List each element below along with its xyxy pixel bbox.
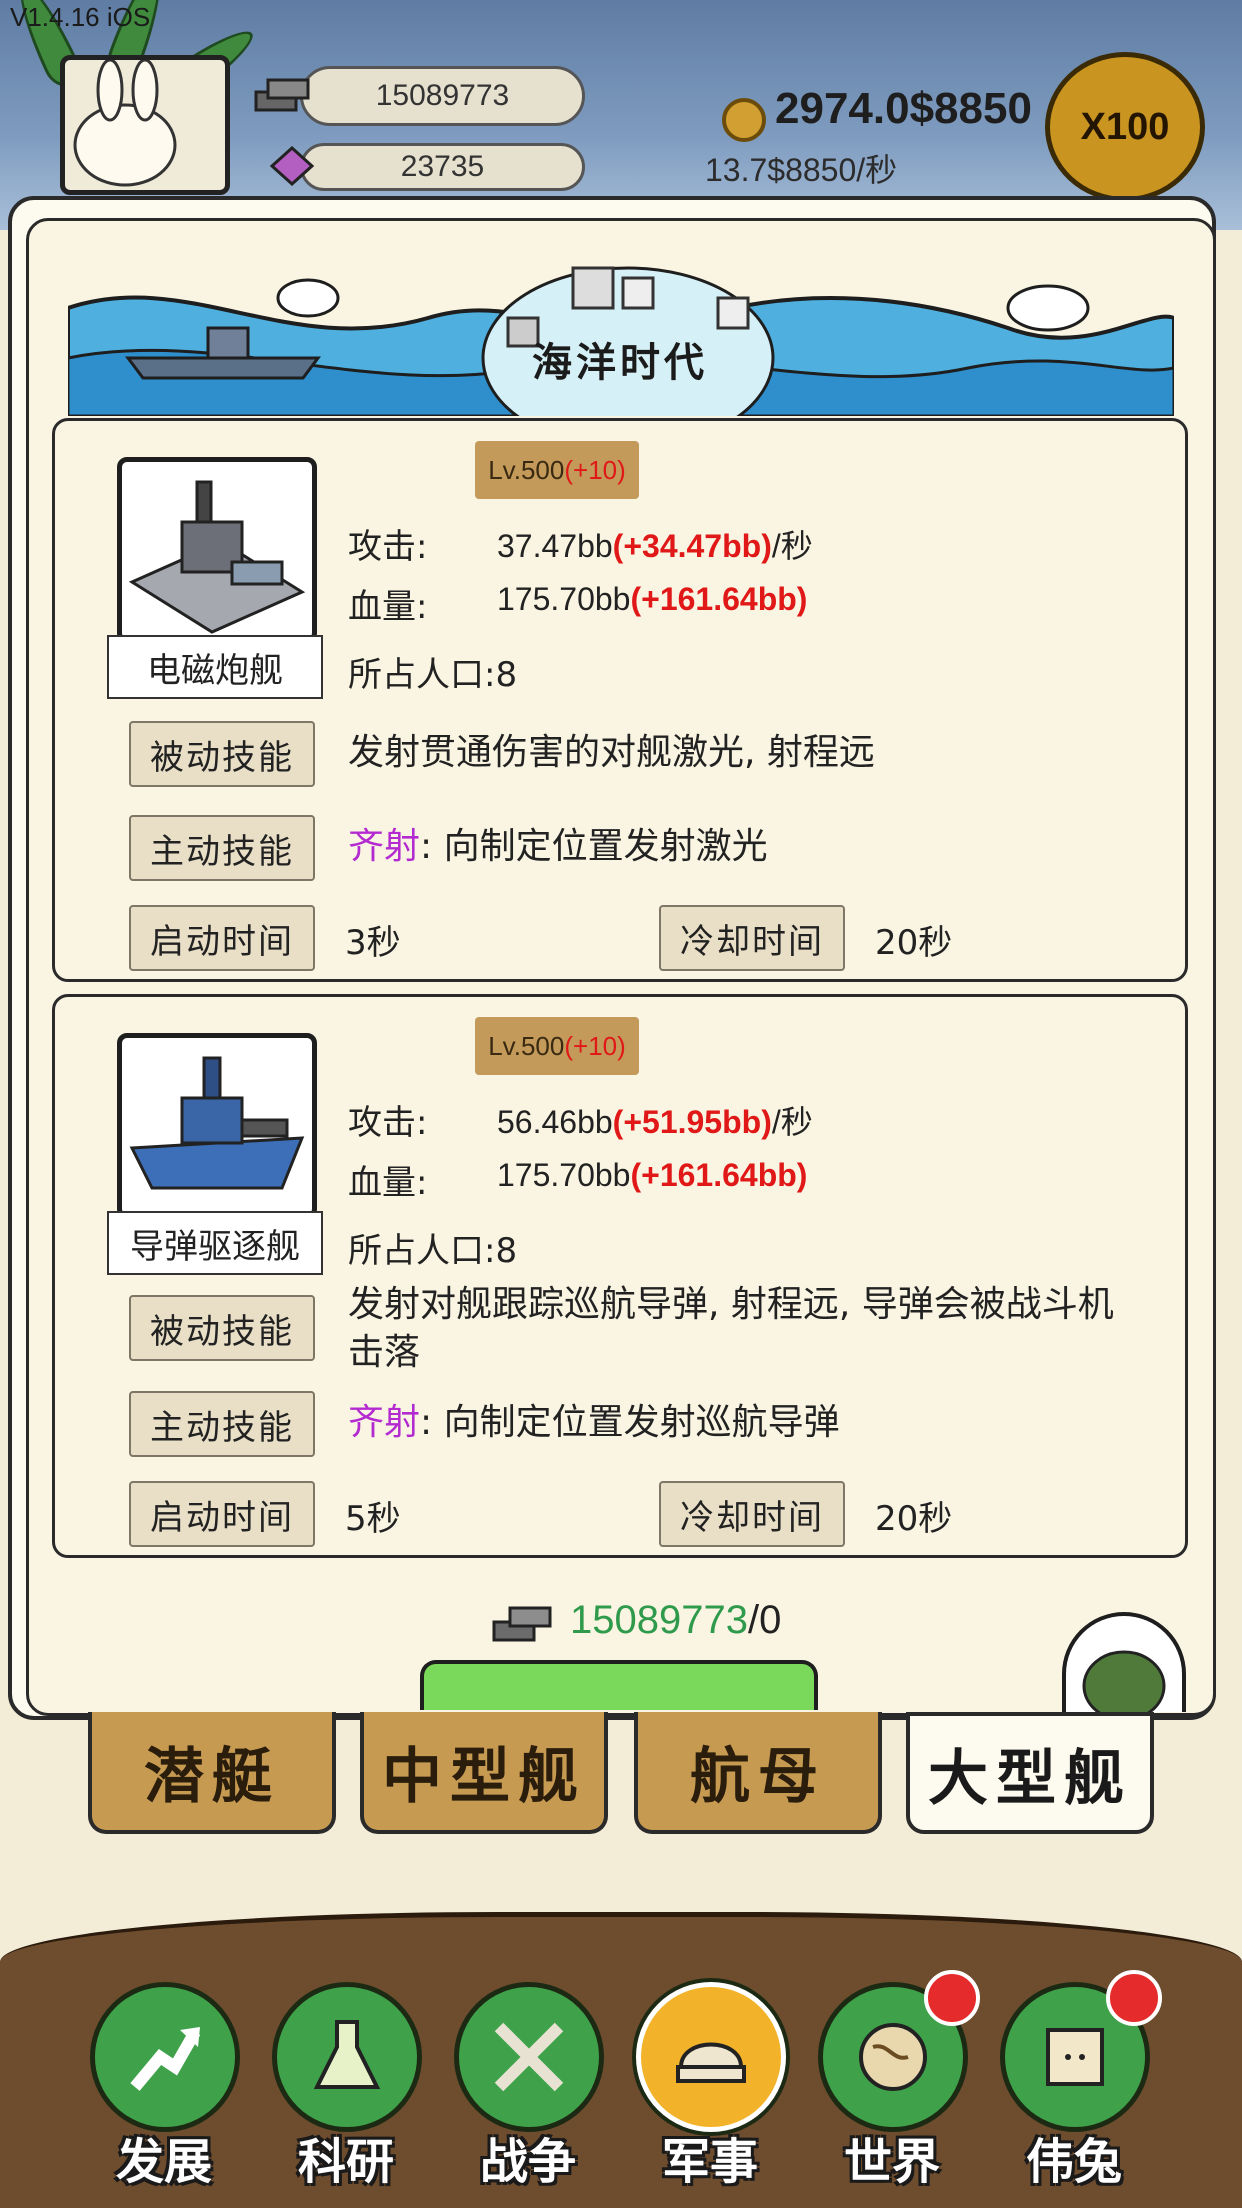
unit-portrait [117,1033,317,1219]
nav-research[interactable]: 科研 [266,1982,426,2192]
coin-rate: 13.7$8850/秒 [705,152,898,188]
nav-war[interactable]: 战争 [448,1982,608,2192]
nav-label: 发展 [115,2134,212,2190]
cost-owned: 15089773 [570,1598,748,1642]
unit-name: 导弹驱逐舰 [107,1211,323,1275]
level-badge: Lv.500 (+10) [475,1017,639,1075]
category-tab-carrier[interactable]: 航母 [634,1712,882,1834]
flask-icon [272,1982,422,2132]
attack-bonus: (+34.47bb) [612,528,772,564]
nav-label: 伟兔 [1025,2134,1122,2190]
railgun-ship-icon [128,480,306,634]
hp-value: 175.70bb [497,581,631,617]
attack-value: 37.47bb [497,528,613,564]
level-value: Lv.500 [488,454,565,485]
attack-label: 攻击: [348,1103,428,1143]
attack-unit: /秒 [771,528,813,564]
crossed-swords-icon [454,1982,604,2132]
active-skill-tag[interactable]: 主动技能 [129,1391,315,1457]
category-tab-submarine[interactable]: 潜艇 [88,1712,336,1834]
attack-value: 56.46bb [497,1104,613,1140]
active-skill-text: 齐射: 向制定位置发射巡航导弹 [348,1399,1148,1447]
attack-label: 攻击: [348,527,428,567]
unit-portrait [117,457,317,643]
unit-card: 导弹驱逐舰 Lv.500 (+10) 攻击: 56.46bb(+51.95bb)/… [52,994,1188,1558]
hp-bonus: (+161.64bb) [630,1157,808,1193]
passive-skill-tag[interactable]: 被动技能 [129,721,315,787]
category-tab-medium-ship[interactable]: 中型舰 [360,1712,608,1834]
steel-ingot-icon [492,1606,552,1642]
military-hat-icon [636,1982,786,2132]
passive-skill-tag[interactable]: 被动技能 [129,1295,315,1361]
startup-time-tag[interactable]: 启动时间 [129,1481,315,1547]
cooldown-time-value: 20秒 [875,923,953,963]
hp-label: 血量: [348,1163,428,1203]
hp-stat: 175.70bb(+161.64bb) [497,581,807,618]
multiplier-label: X100 [1080,105,1170,148]
hp-stat: 175.70bb(+161.64bb) [497,1157,807,1194]
unit-card: 电磁炮舰 Lv.500 (+10) 攻击: 37.47bb(+34.47bb)/秒… [52,418,1188,982]
hp-value: 175.70bb [497,1157,631,1193]
category-tab-large-ship[interactable]: 大型舰 [906,1712,1154,1834]
resource-pill-steel: 15089773 [300,66,585,126]
population-label: 所占人口:8 [348,1231,518,1271]
level-value: Lv.500 [488,1030,565,1061]
nav-development[interactable]: 发展 [84,1982,244,2192]
notification-badge [924,1970,980,2026]
hp-label: 血量: [348,587,428,627]
cost-required: /0 [747,1598,782,1642]
nav-label: 军事 [661,2134,758,2190]
attack-stat: 56.46bb(+51.95bb)/秒 [497,1097,813,1143]
level-badge: Lv.500 (+10) [475,441,639,499]
steel-ingot-icon [254,78,310,112]
nav-label: 战争 [479,2134,576,2190]
active-skill-tag[interactable]: 主动技能 [129,815,315,881]
active-skill-name: 齐射 [348,1402,421,1443]
attack-unit: /秒 [771,1104,813,1140]
cooldown-time-value: 20秒 [875,1499,953,1539]
startup-time-tag[interactable]: 启动时间 [129,905,315,971]
notification-badge [1106,1970,1162,2026]
nav-rabbit[interactable]: 伟兔 [994,1970,1162,2192]
passive-skill-text: 发射贯通伤害的对舰激光, 射程远 [348,732,875,773]
unit-name: 电磁炮舰 [107,635,323,699]
attack-bonus: (+51.95bb) [612,1104,772,1140]
upgrade-button[interactable] [420,1660,818,1710]
passive-skill-text: 发射对舰跟踪巡航导弹, 射程远, 导弹会被战斗机击落 [348,1284,1114,1373]
nav-label: 世界 [843,2134,940,2190]
nav-label: 科研 [297,2134,394,2190]
coin-balance: 2974.0$8850 [775,84,1032,133]
active-skill-text: 齐射: 向制定位置发射激光 [348,823,1148,871]
crystal-icon [269,146,315,186]
active-skill-desc: : 向制定位置发射激光 [420,826,768,867]
rabbit-avatar-icon [73,58,177,187]
player-avatar[interactable] [60,55,230,195]
active-skill-desc: : 向制定位置发射巡航导弹 [420,1402,840,1443]
nav-military[interactable]: 军事 [630,1982,790,2192]
cooldown-time-tag[interactable]: 冷却时间 [659,1481,845,1547]
startup-time-value: 5秒 [345,1499,401,1539]
version-label: V1.4.16 iOS [10,2,151,32]
missile-destroyer-icon [129,1056,305,1190]
level-bonus: (+10) [564,1030,626,1061]
startup-time-value: 3秒 [345,923,401,963]
cooldown-time-tag[interactable]: 冷却时间 [659,905,845,971]
active-skill-name: 齐射 [348,826,421,867]
development-icon [90,1982,240,2132]
coin-icon [722,98,766,142]
population-label: 所占人口:8 [348,655,518,695]
army-helmet-icon [1082,1650,1166,1712]
multiplier-button[interactable]: X100 [1045,52,1205,202]
resource-pill-crystal: 23735 [300,143,585,191]
resource-crystal-value: 23735 [400,150,485,183]
level-bonus: (+10) [564,454,626,485]
nav-world[interactable]: 世界 [812,1970,980,2192]
hp-bonus: (+161.64bb) [630,581,808,617]
resource-steel-value: 15089773 [375,79,510,112]
upgrade-cost: 15089773/0 [570,1598,781,1643]
attack-stat: 37.47bb(+34.47bb)/秒 [497,521,813,567]
era-title: 海洋时代 [532,340,708,386]
